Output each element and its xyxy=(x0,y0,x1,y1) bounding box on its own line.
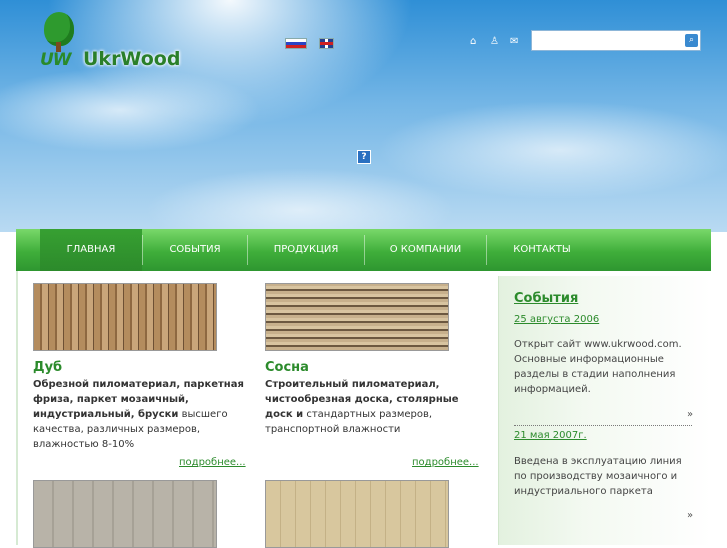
nav-events[interactable]: СОБЫТИЯ xyxy=(143,229,247,271)
news-date[interactable]: 25 августа 2006 xyxy=(514,314,599,325)
product-pine: Сосна Строительный пиломатериал, чистооб… xyxy=(265,283,483,437)
search-icon[interactable]: ⌕ xyxy=(685,34,698,47)
ru-flag-icon[interactable] xyxy=(285,38,307,49)
mosaic-parquet-image[interactable] xyxy=(265,480,449,548)
industrial-parquet-image[interactable] xyxy=(33,480,217,548)
home-icon[interactable]: ⌂ xyxy=(470,36,476,47)
nav-about[interactable]: О КОМПАНИИ xyxy=(365,229,486,271)
en-flag-icon[interactable] xyxy=(319,38,334,49)
oak-lumber-image[interactable] xyxy=(33,283,217,351)
more-link[interactable]: подробнее... xyxy=(179,457,246,468)
product-description: Строительный пиломатериал, чистообрезная… xyxy=(265,377,483,437)
news-date[interactable]: 21 мая 2007г. xyxy=(514,430,587,441)
main-nav: ГЛАВНАЯ СОБЫТИЯ ПРОДУКЦИЯ О КОМПАНИИ КОН… xyxy=(16,229,711,271)
nav-contacts[interactable]: КОНТАКТЫ xyxy=(487,229,597,271)
banner-placeholder-icon: ? xyxy=(357,150,371,164)
logo-name: UkrWood xyxy=(83,48,181,70)
logo[interactable]: UW UkrWood xyxy=(38,12,198,72)
news-more-link[interactable]: » xyxy=(687,510,693,521)
product-fourth xyxy=(265,480,483,548)
news-text: Введена в эксплуатацию линия по производ… xyxy=(514,456,682,497)
product-oak: Дуб Обрезной пиломатериал, паркетная фри… xyxy=(33,283,251,452)
events-sidebar: События 25 августа 2006 Открыт сайт www.… xyxy=(498,276,711,545)
logo-letters: UW xyxy=(40,50,72,70)
product-third xyxy=(33,480,251,548)
content-frame xyxy=(16,271,18,545)
nav-home[interactable]: ГЛАВНАЯ xyxy=(40,229,142,271)
product-description: Обрезной пиломатериал, паркетная фриза, … xyxy=(33,377,251,452)
search-box: ⌕ xyxy=(531,30,701,51)
tree-icon xyxy=(44,12,74,46)
nav-products[interactable]: ПРОДУКЦИЯ xyxy=(248,229,364,271)
search-input[interactable] xyxy=(534,32,686,50)
news-divider xyxy=(514,425,692,426)
news-text: Открыт сайт www.ukrwood.com. Основные ин… xyxy=(514,339,682,395)
product-title[interactable]: Сосна xyxy=(265,360,483,375)
more-link[interactable]: подробнее... xyxy=(412,457,479,468)
product-title[interactable]: Дуб xyxy=(33,360,251,375)
mail-icon[interactable]: ✉ xyxy=(510,36,518,47)
sitemap-icon[interactable]: ♙ xyxy=(490,36,499,47)
sidebar-title[interactable]: События xyxy=(514,291,578,306)
news-more-link[interactable]: » xyxy=(687,409,693,420)
pine-lumber-image[interactable] xyxy=(265,283,449,351)
